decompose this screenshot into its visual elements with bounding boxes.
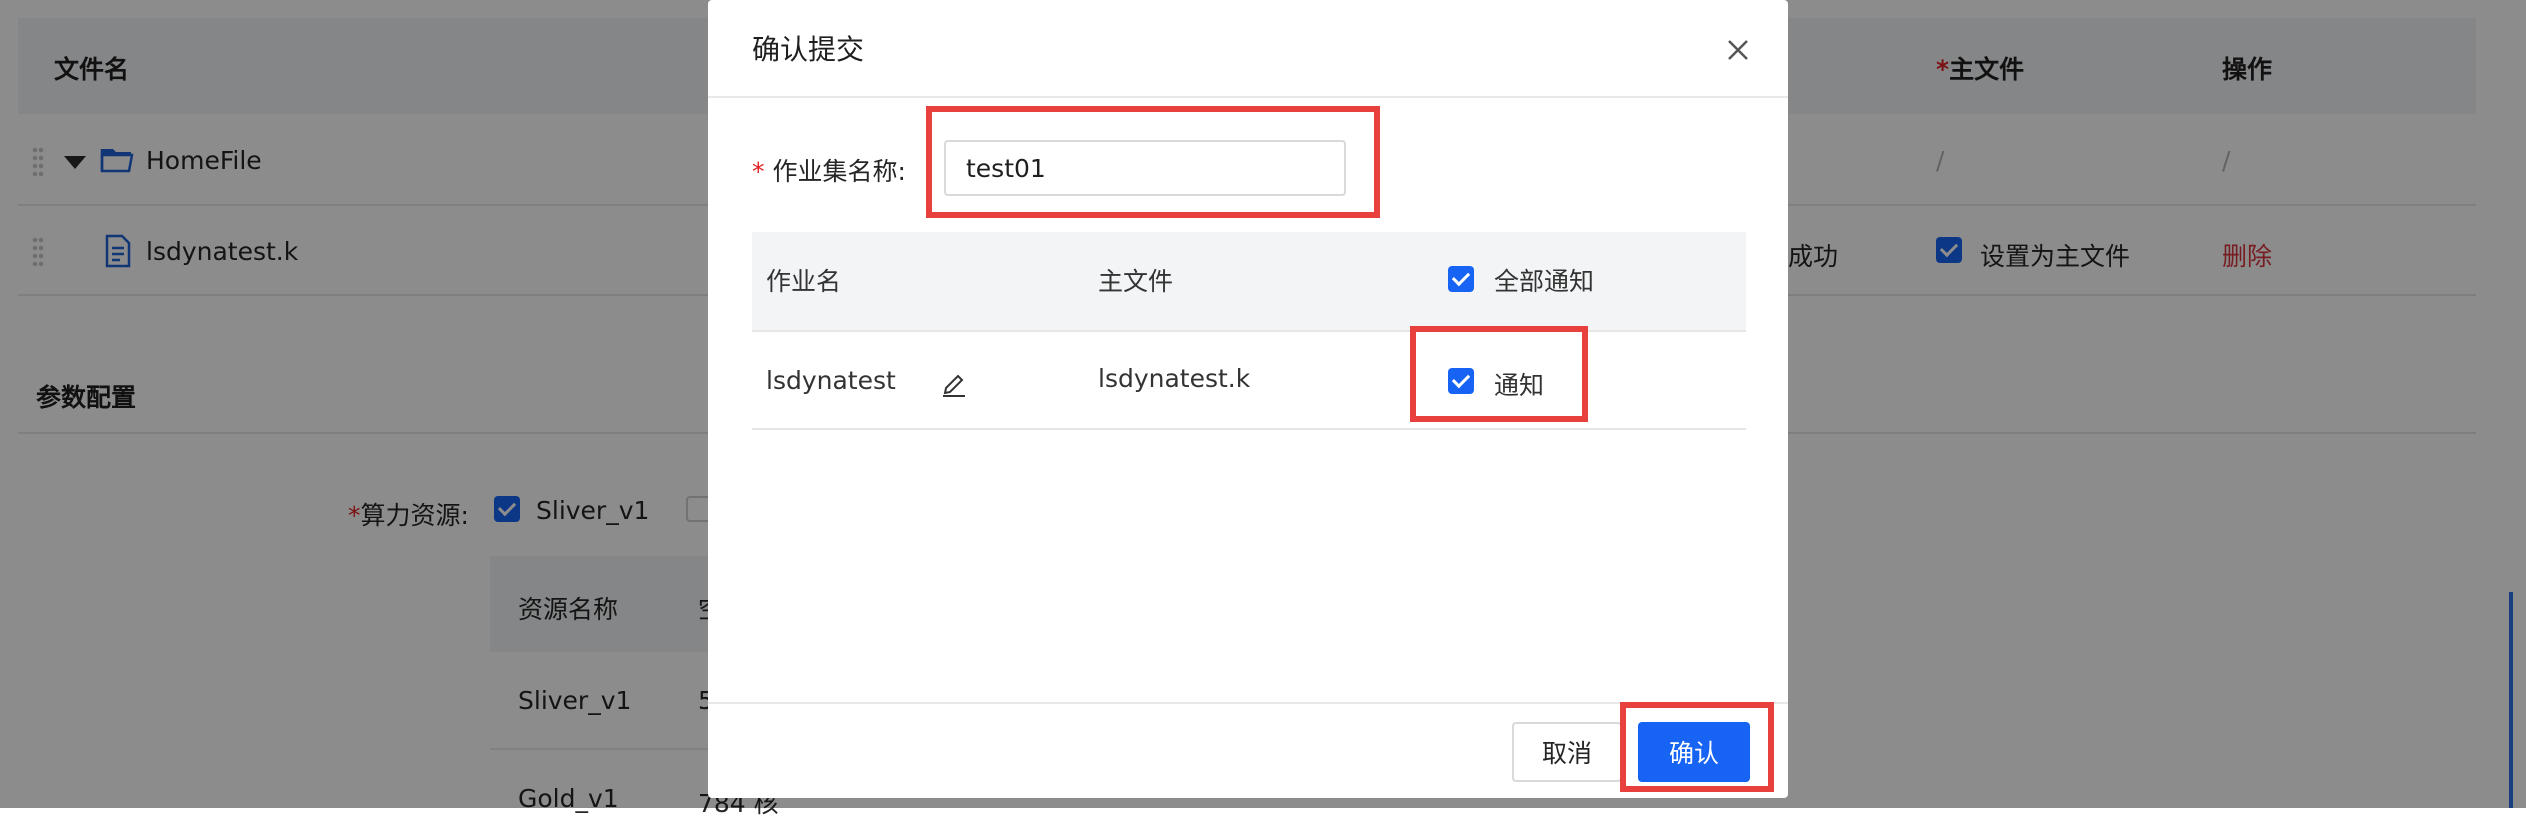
dialog-title: 确认提交 bbox=[752, 33, 865, 66]
column-main-file: 主文件 bbox=[1098, 267, 1174, 296]
jobs-row-divider bbox=[752, 428, 1746, 430]
dialog-header-divider bbox=[708, 96, 1788, 98]
highlight-confirm bbox=[1620, 702, 1774, 792]
job-name-cell: lsdynatest bbox=[766, 366, 896, 395]
job-set-name-label-text: 作业集名称: bbox=[772, 157, 906, 186]
edit-pencil-icon[interactable] bbox=[938, 366, 970, 398]
column-notify-all: 全部通知 bbox=[1494, 267, 1595, 296]
jobs-table-header bbox=[752, 232, 1746, 330]
jobs-table-divider bbox=[752, 330, 1746, 332]
highlight-job-set-name bbox=[926, 106, 1380, 218]
column-job-name: 作业名 bbox=[766, 267, 842, 296]
cancel-button[interactable]: 取消 bbox=[1512, 722, 1622, 782]
job-main-file-cell: lsdynatest.k bbox=[1098, 364, 1251, 393]
page: 文件名 *主文件 操作 HomeFile / / lsdynatest.k 成功… bbox=[0, 0, 2526, 818]
close-icon[interactable] bbox=[1718, 30, 1758, 70]
required-star: * bbox=[752, 157, 765, 186]
notify-all-checkbox[interactable] bbox=[1448, 266, 1474, 292]
highlight-notify bbox=[1410, 326, 1588, 422]
job-set-name-label: * 作业集名称: bbox=[752, 152, 906, 188]
